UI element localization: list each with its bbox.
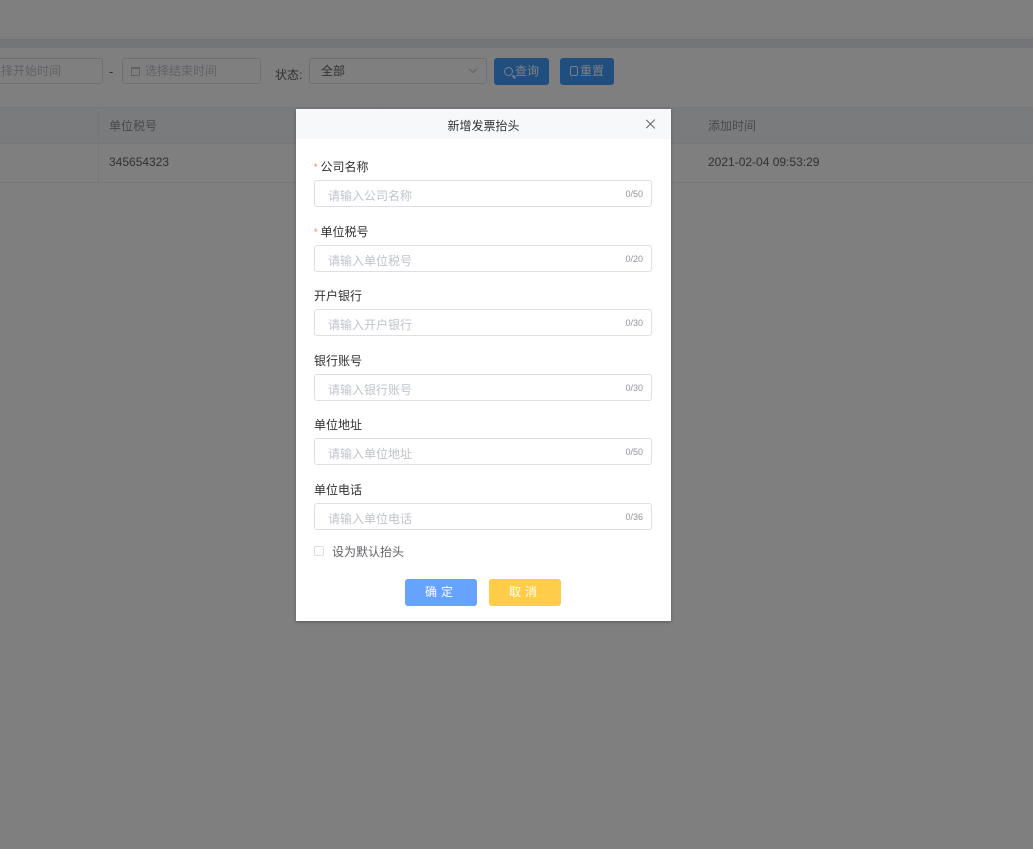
required-mark: * [314, 162, 318, 172]
company-name-label: * 公司名称 [314, 160, 369, 174]
bank-counter: 0/30 [625, 318, 643, 328]
tax-no-placeholder: 请输入单位税号 [328, 254, 413, 268]
bank-input[interactable]: 请输入开户银行 0/30 [314, 309, 652, 336]
phone-input[interactable]: 请输入单位电话 0/36 [314, 503, 652, 530]
cancel-button[interactable]: 取消 [489, 579, 561, 606]
bank-placeholder: 请输入开户银行 [328, 318, 413, 332]
dialog-title: 新增发票抬头 [447, 119, 520, 133]
address-placeholder: 请输入单位地址 [328, 447, 413, 461]
add-invoice-title-dialog: 新增发票抬头 * 公司名称 请输入公司名称 0/50 * 单位税号 请输入单位税号 … [296, 109, 671, 621]
tax-no-counter: 0/20 [625, 254, 643, 264]
tax-no-input[interactable]: 请输入单位税号 0/20 [314, 245, 652, 272]
bank-account-input[interactable]: 请输入银行账号 0/30 [314, 374, 652, 401]
address-input[interactable]: 请输入单位地址 0/50 [314, 438, 652, 465]
phone-label: 单位电话 [314, 483, 363, 497]
dialog-header: 新增发票抬头 [296, 109, 671, 139]
company-name-counter: 0/50 [625, 189, 643, 199]
default-title-checkbox[interactable] [314, 546, 324, 556]
required-mark: * [314, 227, 318, 237]
bank-account-placeholder: 请输入银行账号 [328, 383, 413, 397]
confirm-button[interactable]: 确定 [405, 579, 477, 606]
default-title-label[interactable]: 设为默认抬头 [332, 543, 404, 560]
company-name-input[interactable]: 请输入公司名称 0/50 [314, 180, 652, 207]
bank-account-counter: 0/30 [625, 383, 643, 393]
address-counter: 0/50 [625, 447, 643, 457]
tax-no-label: * 单位税号 [314, 225, 369, 239]
address-label: 单位地址 [314, 418, 363, 432]
phone-placeholder: 请输入单位电话 [328, 512, 413, 526]
bank-account-label: 银行账号 [314, 354, 363, 368]
bank-label: 开户银行 [314, 289, 363, 303]
company-name-placeholder: 请输入公司名称 [328, 189, 413, 203]
phone-counter: 0/36 [625, 512, 643, 522]
close-icon[interactable] [645, 118, 657, 130]
